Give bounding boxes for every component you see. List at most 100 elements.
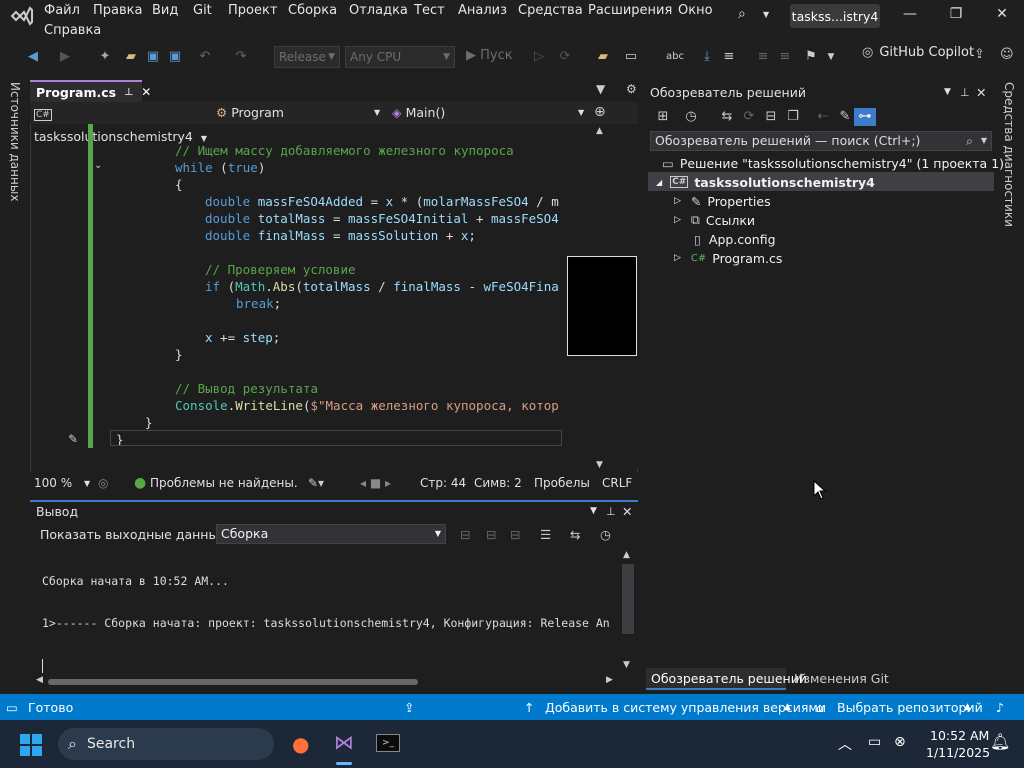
menu-window[interactable]: Окно — [678, 3, 713, 18]
code-cleanup-icon[interactable]: ✎▾ — [308, 476, 324, 490]
refresh-icon[interactable]: ⟳ — [740, 108, 758, 126]
show-all-files-icon[interactable]: ❐ — [784, 108, 802, 126]
scroll-down-icon[interactable]: ▼ — [596, 460, 603, 470]
chevron-up-icon[interactable]: ▲ — [964, 702, 971, 712]
maximize-icon[interactable]: ❐ — [944, 6, 968, 26]
pending-changes-icon[interactable]: ◷ — [682, 108, 700, 126]
solution-explorer-search[interactable]: Обозреватель решений — поиск (Ctrl+;) ⌕ … — [650, 131, 992, 151]
menu-analyze[interactable]: Анализ — [458, 3, 507, 18]
spaces-indicator[interactable]: Пробелы — [534, 476, 590, 490]
eol-indicator[interactable]: CRLF — [602, 476, 632, 490]
chevron-down-icon[interactable]: ▼ — [84, 479, 90, 488]
scroll-up-icon[interactable]: ▲ — [596, 126, 603, 136]
format-icon[interactable]: ≡ — [720, 48, 738, 66]
chevron-down-icon[interactable]: ▼ — [763, 10, 769, 19]
column-indicator[interactable]: Симв: 2 — [474, 476, 522, 490]
terminal-icon[interactable]: >_ — [376, 734, 400, 752]
data-sources-tab[interactable]: Источники данных — [8, 82, 22, 201]
pin-icon[interactable]: ⊥ — [960, 86, 970, 99]
save-icon[interactable]: ▣ — [144, 48, 162, 66]
split-editor-icon[interactable]: ⊕ — [594, 104, 606, 120]
config-combo[interactable]: Release ▼ — [274, 46, 340, 68]
notification-bell-icon[interactable]: 🔔︎ — [990, 732, 1010, 751]
zoom-level[interactable]: 100 % — [34, 476, 72, 490]
menu-extensions[interactable]: Расширения — [588, 3, 672, 18]
output-source-select[interactable]: Сборка ▼ — [216, 524, 446, 544]
clear-all-icon[interactable]: ☰ — [540, 527, 551, 542]
bookmark-icon[interactable]: ⚑ — [802, 48, 820, 66]
tree-solution-node[interactable]: ▭ Решение "taskssolutionschemistry4" (1 … — [662, 154, 1004, 172]
step-icon[interactable]: ⤓ — [698, 48, 716, 66]
menu-project[interactable]: Проект — [228, 3, 277, 18]
hot-reload-icon[interactable]: ⟳ — [556, 48, 574, 66]
sync-icon[interactable]: ⇆ — [718, 108, 736, 126]
scroll-left-icon[interactable]: ◀ — [36, 675, 43, 685]
select-repository-button[interactable]: Выбрать репозиторий — [837, 700, 983, 715]
tree-item-properties[interactable]: ▷ ✎ Properties — [674, 192, 771, 210]
scroll-up-icon[interactable]: ▲ — [623, 550, 630, 560]
firefox-icon[interactable]: ● — [292, 732, 309, 756]
menu-file[interactable]: Файл — [44, 3, 80, 18]
line-indicator[interactable]: Стр: 44 — [420, 476, 466, 490]
collapse-icon[interactable]: ⌄ — [94, 160, 102, 171]
tree-project-node[interactable]: ◢ C# taskssolutionschemistry4 — [656, 173, 875, 191]
platform-combo[interactable]: Any CPU ▼ — [345, 46, 455, 68]
pin-icon[interactable]: ⊥ — [124, 87, 133, 98]
timestamp-icon[interactable]: ◷ — [600, 527, 611, 542]
indent-icon[interactable]: ≡ — [754, 48, 772, 66]
display-icon[interactable]: ▭ — [868, 734, 881, 750]
spell-check-icon[interactable]: abc — [666, 48, 684, 66]
find-message-icon[interactable]: ⊟ — [460, 527, 470, 542]
tree-item-app-config[interactable]: ▯ App.config — [694, 230, 776, 248]
quick-action-icon[interactable]: ✎ — [68, 432, 78, 446]
chevron-up-icon[interactable]: ︿ — [838, 734, 852, 754]
chevron-down-icon[interactable]: ▼ — [944, 87, 951, 97]
chevron-down-icon[interactable]: ▼ — [596, 82, 605, 96]
back-icon[interactable]: ⇠ — [814, 108, 832, 126]
scroll-down-icon[interactable]: ▼ — [623, 660, 630, 670]
chevron-down-icon[interactable]: ▼ — [590, 506, 597, 516]
upload-icon[interactable]: ⇪ — [404, 700, 414, 715]
pin-icon[interactable]: ⊥ — [606, 505, 616, 518]
notifications-icon[interactable]: ♪ — [996, 700, 1004, 715]
close-icon[interactable]: ✕ — [990, 6, 1014, 26]
tab-program-cs[interactable]: Program.cs ⊥ ✕ — [30, 80, 151, 102]
visual-studio-icon[interactable]: ⋈ — [334, 730, 354, 754]
layout-icon[interactable]: ▭ — [622, 48, 640, 66]
switch-views-icon[interactable]: ⊞ — [654, 108, 672, 126]
new-item-icon[interactable]: ✦ — [96, 48, 114, 66]
nav-arrows-icon[interactable]: ◂ ■ ▸ — [360, 476, 391, 490]
network-icon[interactable]: ⊗ — [894, 734, 906, 750]
undo-icon[interactable]: ↶ — [196, 48, 214, 66]
feedback-icon[interactable]: ☺ — [1000, 47, 1014, 62]
folder-view-icon[interactable]: ▰ — [594, 48, 612, 66]
chevron-down-icon[interactable]: ▼ — [822, 48, 840, 66]
open-folder-icon[interactable]: ▰ — [122, 48, 140, 66]
menu-debug[interactable]: Отладка — [349, 3, 408, 18]
menu-view[interactable]: Вид — [152, 3, 178, 18]
search-icon[interactable]: ⌕ — [738, 6, 746, 22]
menu-git[interactable]: Git — [193, 3, 212, 18]
word-wrap-icon[interactable]: ⇆ — [570, 527, 580, 542]
taskbar-search[interactable]: ⌕ Search — [58, 728, 274, 760]
clock-date[interactable]: 1/11/2025 — [926, 745, 990, 760]
copilot-status-icon[interactable]: ◎ — [98, 476, 108, 490]
preview-icon[interactable]: ⊶ — [854, 108, 876, 126]
close-icon[interactable]: ✕ — [622, 504, 632, 519]
clock-time[interactable]: 10:52 AM — [930, 728, 989, 743]
diagnostic-tools-tab[interactable]: Средства диагностики — [1002, 82, 1016, 227]
class-combo[interactable]: ⚙ Program ▼ — [216, 102, 386, 124]
share-icon[interactable]: ⇪ — [974, 47, 985, 62]
menu-edit[interactable]: Правка — [93, 3, 142, 18]
outdent-icon[interactable]: ≡ — [776, 48, 794, 66]
member-combo[interactable]: ◈ Main() ▼ — [392, 102, 592, 124]
forward-icon[interactable]: ▶ — [56, 48, 74, 66]
menu-test[interactable]: Тест — [414, 3, 445, 18]
next-message-icon[interactable]: ⊟ — [510, 527, 520, 542]
gear-icon[interactable]: ⚙ — [626, 82, 637, 96]
menu-tools[interactable]: Средства — [518, 3, 583, 18]
project-combo[interactable]: C# taskssolutionschemistry4 ▼ — [34, 102, 212, 144]
tree-item-references[interactable]: ▷ ⧉ Ссылки — [674, 211, 755, 229]
output-vscroll-thumb[interactable] — [622, 564, 634, 634]
redo-icon[interactable]: ↷ — [232, 48, 250, 66]
